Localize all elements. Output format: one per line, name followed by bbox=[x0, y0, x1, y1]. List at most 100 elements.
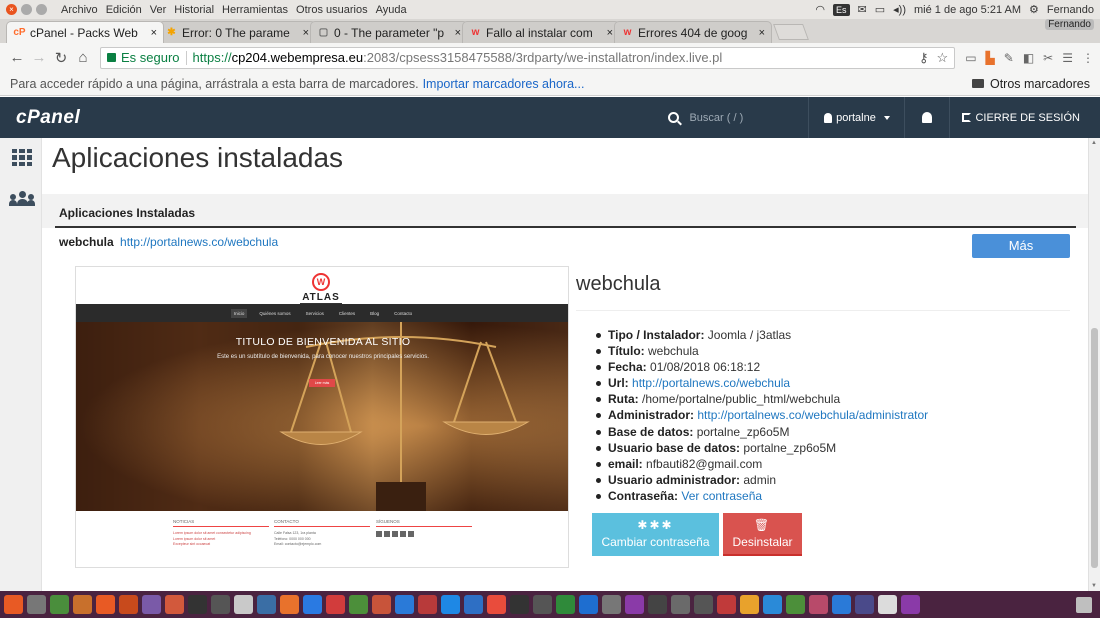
taskbar-app-icon[interactable] bbox=[694, 595, 713, 614]
taskbar-app-icon[interactable] bbox=[740, 595, 759, 614]
chrome-menu-icon[interactable]: ⋮ bbox=[1082, 51, 1094, 65]
key-icon[interactable]: ⚷ bbox=[919, 50, 929, 66]
apps-grid-icon[interactable] bbox=[12, 149, 32, 166]
minimize-window-icon[interactable] bbox=[21, 4, 32, 15]
extension-box-icon[interactable]: ◧ bbox=[1023, 51, 1034, 65]
scissors-icon[interactable]: ✂ bbox=[1043, 51, 1053, 65]
profile-badge[interactable]: Fernando bbox=[1045, 19, 1094, 30]
os-menu-item[interactable]: Archivo bbox=[61, 4, 98, 16]
tab-close-icon[interactable]: × bbox=[607, 27, 613, 39]
detail-link[interactable]: http://portalnews.co/webchula bbox=[632, 376, 790, 390]
taskbar-app-icon[interactable] bbox=[832, 595, 851, 614]
taskbar-app-icon[interactable] bbox=[119, 595, 138, 614]
taskbar-app-icon[interactable] bbox=[165, 595, 184, 614]
scrollbar-thumb[interactable] bbox=[1091, 328, 1098, 568]
scroll-up-icon[interactable]: ▲ bbox=[1091, 140, 1097, 146]
taskbar-app-icon[interactable] bbox=[464, 595, 483, 614]
address-bar[interactable]: Es seguro https://cp204.webempresa.eu:20… bbox=[100, 46, 956, 69]
cpanel-logo[interactable]: cPanel bbox=[16, 107, 80, 129]
tab-close-icon[interactable]: × bbox=[151, 27, 157, 39]
security-indicator[interactable]: Es seguro bbox=[107, 50, 180, 65]
taskbar-app-icon[interactable] bbox=[786, 595, 805, 614]
wifi-icon[interactable]: ◠ bbox=[815, 3, 825, 16]
os-menu-item[interactable]: Ver bbox=[150, 4, 167, 16]
os-menu-item[interactable]: Otros usuarios bbox=[296, 4, 368, 16]
taskbar-app-icon[interactable] bbox=[648, 595, 667, 614]
change-password-button[interactable]: ✱✱✱ Cambiar contraseña bbox=[592, 513, 719, 556]
tab-close-icon[interactable]: × bbox=[759, 27, 765, 39]
list-icon[interactable]: ☰ bbox=[1062, 51, 1073, 65]
taskbar-app-icon[interactable] bbox=[510, 595, 529, 614]
taskbar-app-icon[interactable] bbox=[50, 595, 69, 614]
other-bookmarks[interactable]: Otros marcadores bbox=[971, 77, 1090, 91]
browser-tab[interactable]: ✱ Error: 0 The parame × bbox=[158, 21, 316, 43]
taskbar-app-icon[interactable] bbox=[188, 595, 207, 614]
taskbar-app-icon[interactable] bbox=[349, 595, 368, 614]
back-arrow-icon[interactable]: ← bbox=[6, 49, 28, 66]
user-menu[interactable]: portalne bbox=[809, 112, 904, 124]
taskbar-app-icon[interactable] bbox=[717, 595, 736, 614]
taskbar-app-icon[interactable] bbox=[395, 595, 414, 614]
session-user[interactable]: Fernando bbox=[1047, 4, 1094, 16]
vertical-scrollbar[interactable]: ▲ ▼ bbox=[1088, 138, 1100, 591]
os-menu-item[interactable]: Ayuda bbox=[376, 4, 407, 16]
taskbar-app-icon[interactable] bbox=[625, 595, 644, 614]
maximize-window-icon[interactable] bbox=[36, 4, 47, 15]
new-tab-button[interactable] bbox=[773, 24, 809, 40]
settings-gear-icon[interactable]: ⚙ bbox=[1029, 3, 1039, 16]
browser-tab[interactable]: ▢ 0 - The parameter "p × bbox=[310, 21, 468, 43]
taskbar-app-icon[interactable] bbox=[855, 595, 874, 614]
browser-tab[interactable]: w Fallo al instalar com × bbox=[462, 21, 620, 43]
taskbar-app-icon[interactable] bbox=[901, 595, 920, 614]
taskbar-app-icon[interactable] bbox=[142, 595, 161, 614]
taskbar-app-icon[interactable] bbox=[602, 595, 621, 614]
taskbar-app-icon[interactable] bbox=[487, 595, 506, 614]
taskbar-app-icon[interactable] bbox=[533, 595, 552, 614]
import-bookmarks-link[interactable]: Importar marcadores ahora... bbox=[423, 77, 585, 91]
extension-icon[interactable]: ▙ bbox=[986, 51, 995, 65]
mail-icon[interactable]: ✉ bbox=[858, 3, 867, 16]
search-input[interactable]: Buscar ( / ) bbox=[668, 97, 808, 138]
bookmark-star-icon[interactable]: ☆ bbox=[937, 50, 949, 66]
keyboard-layout[interactable]: Es bbox=[833, 3, 850, 16]
app-url-link[interactable]: http://portalnews.co/webchula bbox=[120, 235, 278, 249]
taskbar-app-icon[interactable] bbox=[303, 595, 322, 614]
eyedropper-icon[interactable]: ✎ bbox=[1004, 51, 1014, 65]
taskbar-app-icon[interactable] bbox=[372, 595, 391, 614]
browser-tab[interactable]: w Errores 404 de goog × bbox=[614, 21, 772, 43]
taskbar-app-icon[interactable] bbox=[27, 595, 46, 614]
os-menu-item[interactable]: Edición bbox=[106, 4, 142, 16]
cast-icon[interactable]: ▭ bbox=[965, 51, 976, 65]
detail-link[interactable]: Ver contraseña bbox=[681, 489, 762, 503]
trash-icon[interactable] bbox=[1076, 596, 1092, 613]
logout-button[interactable]: CIERRE DE SESIÓN bbox=[950, 112, 1100, 124]
taskbar-app-icon[interactable] bbox=[4, 595, 23, 614]
taskbar-app-icon[interactable] bbox=[763, 595, 782, 614]
os-menu-item[interactable]: Herramientas bbox=[222, 4, 288, 16]
detail-link[interactable]: http://portalnews.co/webchula/administra… bbox=[697, 408, 928, 422]
uninstall-button[interactable]: 🗑 Desinstalar bbox=[723, 513, 802, 556]
reload-icon[interactable]: ↻ bbox=[50, 49, 72, 67]
taskbar-app-icon[interactable] bbox=[878, 595, 897, 614]
taskbar-app-icon[interactable] bbox=[556, 595, 575, 614]
volume-icon[interactable]: ◂)) bbox=[893, 3, 906, 16]
close-window-icon[interactable]: × bbox=[6, 4, 17, 15]
more-button[interactable]: Más bbox=[972, 234, 1070, 258]
forward-arrow-icon[interactable]: → bbox=[28, 49, 50, 66]
battery-icon[interactable]: ▭ bbox=[875, 3, 885, 16]
os-menu-item[interactable]: Historial bbox=[174, 4, 214, 16]
taskbar-app-icon[interactable] bbox=[73, 595, 92, 614]
taskbar-app-icon[interactable] bbox=[234, 595, 253, 614]
users-icon[interactable] bbox=[9, 190, 35, 206]
taskbar-app-icon[interactable] bbox=[671, 595, 690, 614]
tab-close-icon[interactable]: × bbox=[455, 27, 461, 39]
taskbar-app-icon[interactable] bbox=[280, 595, 299, 614]
scroll-down-icon[interactable]: ▼ bbox=[1091, 583, 1097, 589]
taskbar-app-icon[interactable] bbox=[809, 595, 828, 614]
tab-close-icon[interactable]: × bbox=[303, 27, 309, 39]
taskbar-app-icon[interactable] bbox=[418, 595, 437, 614]
taskbar-app-icon[interactable] bbox=[441, 595, 460, 614]
taskbar-app-icon[interactable] bbox=[96, 595, 115, 614]
notifications-button[interactable] bbox=[905, 112, 949, 123]
taskbar-app-icon[interactable] bbox=[257, 595, 276, 614]
